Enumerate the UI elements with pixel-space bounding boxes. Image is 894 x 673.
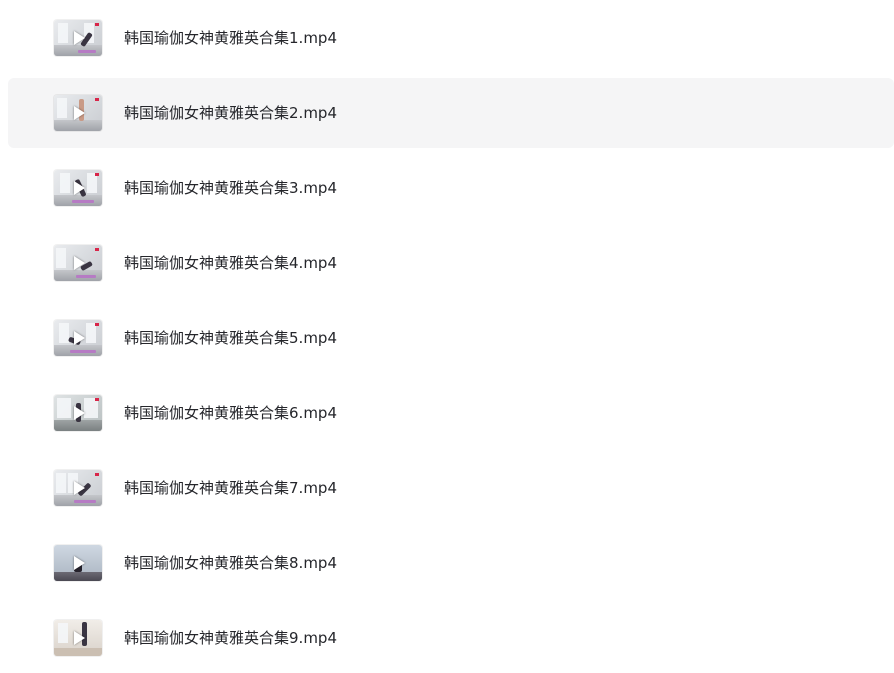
play-icon [74, 631, 85, 645]
file-name[interactable]: 韩国瑜伽女神黄雅英合集1.mp4 [124, 3, 337, 73]
file-row[interactable]: 韩国瑜伽女神黄雅英合集5.mp4 [8, 303, 894, 373]
video-thumbnail[interactable] [54, 245, 102, 281]
file-row[interactable]: 韩国瑜伽女神黄雅英合集8.mp4 [8, 528, 894, 598]
play-icon [74, 256, 85, 270]
file-row[interactable]: 韩国瑜伽女神黄雅英合集9.mp4 [8, 603, 894, 673]
video-thumbnail[interactable] [54, 95, 102, 131]
file-row[interactable]: 韩国瑜伽女神黄雅英合集4.mp4 [8, 228, 894, 298]
file-name[interactable]: 韩国瑜伽女神黄雅英合集2.mp4 [124, 78, 337, 148]
file-row[interactable]: 韩国瑜伽女神黄雅英合集1.mp4 [8, 3, 894, 73]
file-name[interactable]: 韩国瑜伽女神黄雅英合集5.mp4 [124, 303, 337, 373]
file-name[interactable]: 韩国瑜伽女神黄雅英合集9.mp4 [124, 603, 337, 673]
video-thumbnail[interactable] [54, 470, 102, 506]
play-icon [74, 181, 85, 195]
play-icon [74, 106, 85, 120]
video-thumbnail[interactable] [54, 170, 102, 206]
file-row[interactable]: 韩国瑜伽女神黄雅英合集2.mp4 [8, 78, 894, 148]
play-icon [74, 556, 85, 570]
file-name[interactable]: 韩国瑜伽女神黄雅英合集6.mp4 [124, 378, 337, 448]
file-name[interactable]: 韩国瑜伽女神黄雅英合集3.mp4 [124, 153, 337, 223]
video-thumbnail[interactable] [54, 545, 102, 581]
file-list: 韩国瑜伽女神黄雅英合集1.mp4 韩国瑜伽女神黄雅英合集2.mp4 韩国瑜伽女神… [0, 0, 894, 656]
video-thumbnail[interactable] [54, 620, 102, 656]
play-icon [74, 481, 85, 495]
play-icon [74, 331, 85, 345]
file-name[interactable]: 韩国瑜伽女神黄雅英合集4.mp4 [124, 228, 337, 298]
file-row[interactable]: 韩国瑜伽女神黄雅英合集6.mp4 [8, 378, 894, 448]
video-thumbnail[interactable] [54, 320, 102, 356]
file-row[interactable]: 韩国瑜伽女神黄雅英合集3.mp4 [8, 153, 894, 223]
video-thumbnail[interactable] [54, 395, 102, 431]
play-icon [74, 31, 85, 45]
play-icon [74, 406, 85, 420]
video-thumbnail[interactable] [54, 20, 102, 56]
file-name[interactable]: 韩国瑜伽女神黄雅英合集8.mp4 [124, 528, 337, 598]
file-name[interactable]: 韩国瑜伽女神黄雅英合集7.mp4 [124, 453, 337, 523]
file-row[interactable]: 韩国瑜伽女神黄雅英合集7.mp4 [8, 453, 894, 523]
